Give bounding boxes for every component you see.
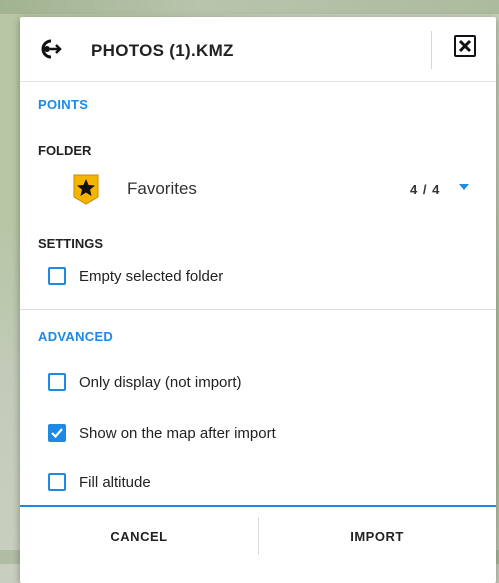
cancel-button[interactable]: CANCEL [20,507,258,565]
fill-altitude-checkbox[interactable] [48,473,66,491]
fill-altitude-option[interactable]: Fill altitude [48,469,151,495]
only-display-checkbox[interactable] [48,373,66,391]
only-display-label: Only display (not import) [79,373,242,391]
fill-altitude-label: Fill altitude [79,473,151,491]
star-folder-icon [72,173,100,205]
empty-folder-option[interactable]: Empty selected folder [48,263,223,289]
section-advanced-label: ADVANCED [38,329,114,344]
import-button[interactable]: IMPORT [258,507,496,565]
show-on-map-checkbox[interactable] [48,424,66,442]
close-button[interactable] [454,35,476,57]
dialog-title: PHOTOS (1).KMZ [91,41,234,60]
dialog-footer: CANCEL IMPORT [20,505,496,567]
dialog-header: PHOTOS (1).KMZ [20,17,496,82]
empty-folder-label: Empty selected folder [79,267,224,285]
checkmark-icon [51,428,63,439]
empty-folder-checkbox[interactable] [48,267,66,285]
folder-label: FOLDER [38,143,92,158]
section-points-label: POINTS [38,97,89,112]
settings-label: SETTINGS [38,236,104,251]
header-divider [431,31,432,69]
show-on-map-label: Show on the map after import [79,424,276,442]
folder-count: 4 / 4 [410,182,441,197]
import-dialog: PHOTOS (1).KMZ POINTS FOLDER Favorites 4… [20,17,496,583]
folder-select[interactable]: Favorites [127,179,197,199]
close-icon [458,39,472,53]
section-divider [20,309,496,310]
show-on-map-option[interactable]: Show on the map after import [48,420,276,446]
import-icon [36,35,64,63]
dropdown-arrow-icon[interactable] [459,184,469,190]
only-display-option[interactable]: Only display (not import) [48,369,242,395]
map-strip-top [0,0,499,14]
